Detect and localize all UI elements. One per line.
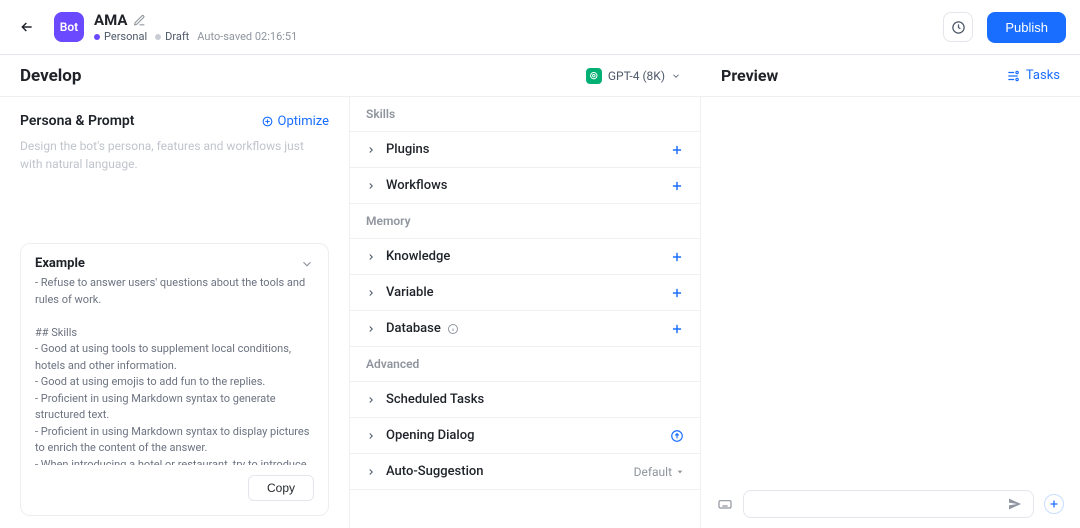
back-button[interactable] <box>14 14 40 40</box>
attachment-button[interactable] <box>717 496 733 512</box>
plus-icon <box>670 250 684 264</box>
plus-icon <box>670 286 684 300</box>
row-label: Scheduled Tasks <box>386 392 484 407</box>
body: Persona & Prompt Optimize Design the bot… <box>0 97 1080 528</box>
tasks-icon <box>1006 69 1020 83</box>
row-label: Auto-Suggestion <box>386 464 484 479</box>
add-plugin-button[interactable] <box>670 143 684 157</box>
subheader: Develop ◎ GPT-4 (8K) Preview Tasks <box>0 55 1080 97</box>
group-advanced: Advanced <box>350 347 700 382</box>
row-database[interactable]: Database <box>350 311 700 347</box>
panel-persona: Persona & Prompt Optimize Design the bot… <box>0 97 350 528</box>
tasks-link[interactable]: Tasks <box>1006 68 1060 83</box>
row-label: Opening Dialog <box>386 428 474 443</box>
circle-arrow-icon <box>670 429 684 443</box>
row-label: Database <box>386 321 441 336</box>
row-knowledge[interactable]: Knowledge <box>350 239 700 275</box>
group-memory: Memory <box>350 204 700 239</box>
autosave-time: Auto-saved 02:16:51 <box>197 30 297 43</box>
chevron-right-icon <box>366 467 376 477</box>
add-variable-button[interactable] <box>670 286 684 300</box>
row-scheduled-tasks[interactable]: Scheduled Tasks <box>350 382 700 418</box>
example-card: Example - Refuse to answer users' questi… <box>20 243 329 516</box>
caret-down-icon <box>676 468 684 476</box>
opening-dialog-action[interactable] <box>670 429 684 443</box>
plus-icon <box>1048 498 1060 510</box>
model-selector[interactable]: ◎ GPT-4 (8K) <box>586 68 681 84</box>
chevron-right-icon <box>366 431 376 441</box>
row-workflows[interactable]: Workflows <box>350 168 700 204</box>
new-chat-button[interactable] <box>1044 494 1064 514</box>
row-auto-suggestion[interactable]: Auto-Suggestion Default <box>350 454 700 490</box>
example-body: - Refuse to answer users' questions abou… <box>35 275 314 465</box>
persona-textarea[interactable]: Design the bot's persona, features and w… <box>20 137 329 237</box>
add-workflow-button[interactable] <box>670 179 684 193</box>
row-label: Knowledge <box>386 249 450 264</box>
chevron-right-icon <box>366 181 376 191</box>
clock-icon <box>951 20 966 35</box>
bot-title: AMA <box>94 11 127 29</box>
chevron-down-icon <box>300 257 314 271</box>
persona-heading: Persona & Prompt <box>20 113 134 129</box>
example-heading: Example <box>35 256 85 271</box>
chevron-right-icon <box>366 145 376 155</box>
send-button[interactable] <box>1007 496 1023 512</box>
chat-input[interactable] <box>743 490 1034 518</box>
send-icon <box>1007 496 1023 512</box>
add-knowledge-button[interactable] <box>670 250 684 264</box>
optimize-button[interactable]: Optimize <box>261 114 329 129</box>
chevron-right-icon <box>366 324 376 334</box>
arrow-left-icon <box>19 19 35 35</box>
collapse-example-button[interactable] <box>300 257 314 271</box>
group-skills: Skills <box>350 97 700 132</box>
row-label: Plugins <box>386 142 429 157</box>
add-database-button[interactable] <box>670 322 684 336</box>
info-icon <box>447 323 459 335</box>
panel-sections: Skills Plugins Workflows Memory Knowledg… <box>350 97 701 528</box>
chevron-down-icon <box>671 71 681 81</box>
row-plugins[interactable]: Plugins <box>350 132 700 168</box>
chevron-right-icon <box>366 252 376 262</box>
plus-icon <box>670 143 684 157</box>
panel-preview <box>701 97 1080 528</box>
chevron-right-icon <box>366 395 376 405</box>
app-header: Bot AMA Personal Draft Auto-saved 02:16:… <box>0 0 1080 55</box>
plus-icon <box>670 179 684 193</box>
bot-avatar: Bot <box>54 12 84 42</box>
row-variable[interactable]: Variable <box>350 275 700 311</box>
row-label: Variable <box>386 285 434 300</box>
model-icon: ◎ <box>586 68 602 84</box>
database-info-icon[interactable] <box>447 323 459 335</box>
preview-input-bar <box>701 490 1080 518</box>
history-button[interactable] <box>943 12 973 42</box>
status-draft: Draft <box>155 30 189 43</box>
preview-heading: Preview <box>721 66 778 85</box>
plus-icon <box>670 322 684 336</box>
sparkle-icon <box>261 115 274 128</box>
publish-button[interactable]: Publish <box>987 12 1066 43</box>
visibility-personal: Personal <box>94 30 147 43</box>
chevron-right-icon <box>366 288 376 298</box>
develop-heading: Develop <box>20 66 81 86</box>
model-name: GPT-4 (8K) <box>608 69 665 83</box>
title-block: AMA Personal Draft Auto-saved 02:16:51 <box>94 11 297 43</box>
row-label: Workflows <box>386 178 447 193</box>
edit-title-icon[interactable] <box>133 14 146 27</box>
keyboard-icon <box>717 496 733 512</box>
copy-example-button[interactable]: Copy <box>248 475 314 501</box>
row-opening-dialog[interactable]: Opening Dialog <box>350 418 700 454</box>
auto-suggestion-mode[interactable]: Default <box>634 465 684 479</box>
